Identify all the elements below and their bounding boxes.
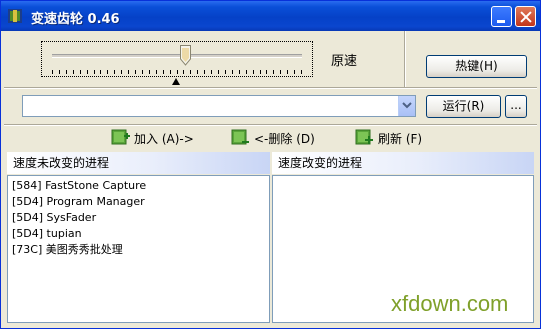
- list-item[interactable]: [584] FastStone Capture: [8, 178, 269, 194]
- unchanged-process-list[interactable]: [584] FastStone Capture [5D4] Program Man…: [7, 175, 270, 323]
- remove-icon: [231, 129, 249, 145]
- slider-tick: [197, 70, 198, 74]
- slider-tick: [273, 70, 274, 74]
- slider-tick: [183, 70, 184, 74]
- slider-tick: [204, 70, 205, 74]
- slider-tick: [232, 70, 233, 74]
- slider-tick: [170, 70, 171, 74]
- slider-tick: [260, 70, 261, 74]
- close-button[interactable]: [515, 6, 536, 27]
- list-item[interactable]: [73C] 美图秀秀批处理: [8, 242, 269, 258]
- browse-button[interactable]: ...: [505, 95, 527, 118]
- changed-list-header: 速度改变的进程: [272, 152, 534, 174]
- watermark: xfdown.com: [391, 291, 509, 316]
- remove-label: <-删除 (D): [254, 131, 315, 146]
- slider-tick: [301, 70, 302, 74]
- slider-tick: [211, 70, 212, 74]
- slider-tick: [135, 70, 136, 74]
- slider-tick: [239, 70, 240, 74]
- slider-tick: [149, 70, 150, 74]
- refresh-icon: [355, 129, 373, 145]
- slider-tick: [80, 70, 81, 74]
- slider-track: [52, 54, 302, 58]
- slider-tick: [107, 70, 108, 74]
- slider-tick: [59, 70, 60, 74]
- refresh-label: 刷新 (F): [378, 131, 423, 146]
- slider-tick: [163, 70, 164, 74]
- slider-tick: [87, 70, 88, 74]
- slider-tick: [280, 70, 281, 74]
- slider-tick: [114, 70, 115, 74]
- slider-thumb[interactable]: [180, 45, 191, 66]
- hotkey-button[interactable]: 热键(H): [426, 55, 527, 78]
- app-window: 变速齿轮 0.46 原速 热键(H) 运行(R) ... 加入 (A)-> <-…: [0, 0, 541, 329]
- list-item[interactable]: [5D4] Program Manager: [8, 194, 269, 210]
- slider-tick: [190, 70, 191, 74]
- client-area: 原速 热键(H) 运行(R) ... 加入 (A)-> <-删除 (D) 刷新 …: [4, 31, 537, 326]
- slider-tick: [294, 70, 295, 74]
- slider-tick: [156, 70, 157, 74]
- slider-tick: [121, 70, 122, 74]
- list-item[interactable]: [5D4] tupian: [8, 226, 269, 242]
- refresh-button[interactable]: 刷新 (F): [354, 127, 422, 149]
- slider-tick: [225, 70, 226, 74]
- window-title: 变速齿轮 0.46: [31, 12, 120, 27]
- divider: [4, 87, 537, 89]
- slider-tick: [128, 70, 129, 74]
- divider: [4, 124, 537, 126]
- slider-position-marker: [172, 78, 180, 85]
- slider-tick: [73, 70, 74, 74]
- slider-tick: [218, 70, 219, 74]
- run-button[interactable]: 运行(R): [426, 95, 501, 118]
- program-combobox[interactable]: [22, 95, 416, 117]
- slider-tick: [100, 70, 101, 74]
- chevron-down-icon: [402, 102, 412, 109]
- slider-tick: [94, 70, 95, 74]
- vertical-divider: [404, 31, 406, 87]
- app-gear-icon: [8, 9, 22, 23]
- remove-button[interactable]: <-删除 (D): [230, 127, 315, 149]
- add-button[interactable]: 加入 (A)->: [110, 127, 194, 149]
- slider-tick: [66, 70, 67, 74]
- slider-ticks: [52, 70, 302, 75]
- speed-slider[interactable]: [41, 41, 313, 77]
- slider-tick: [266, 70, 267, 74]
- speed-label: 原速: [331, 54, 358, 69]
- list-item[interactable]: [5D4] SysFader: [8, 210, 269, 226]
- slider-tick: [287, 70, 288, 74]
- slider-tick: [142, 70, 143, 74]
- slider-tick: [177, 70, 178, 74]
- title-bar[interactable]: 变速齿轮 0.46: [1, 1, 540, 31]
- add-icon: [111, 129, 130, 145]
- slider-tick: [52, 70, 53, 74]
- slider-tick: [253, 70, 254, 74]
- add-label: 加入 (A)->: [134, 131, 194, 146]
- unchanged-list-header: 速度未改变的进程: [7, 152, 270, 174]
- combo-dropdown-button[interactable]: [398, 96, 415, 116]
- slider-tick: [246, 70, 247, 74]
- minimize-button[interactable]: [491, 6, 512, 27]
